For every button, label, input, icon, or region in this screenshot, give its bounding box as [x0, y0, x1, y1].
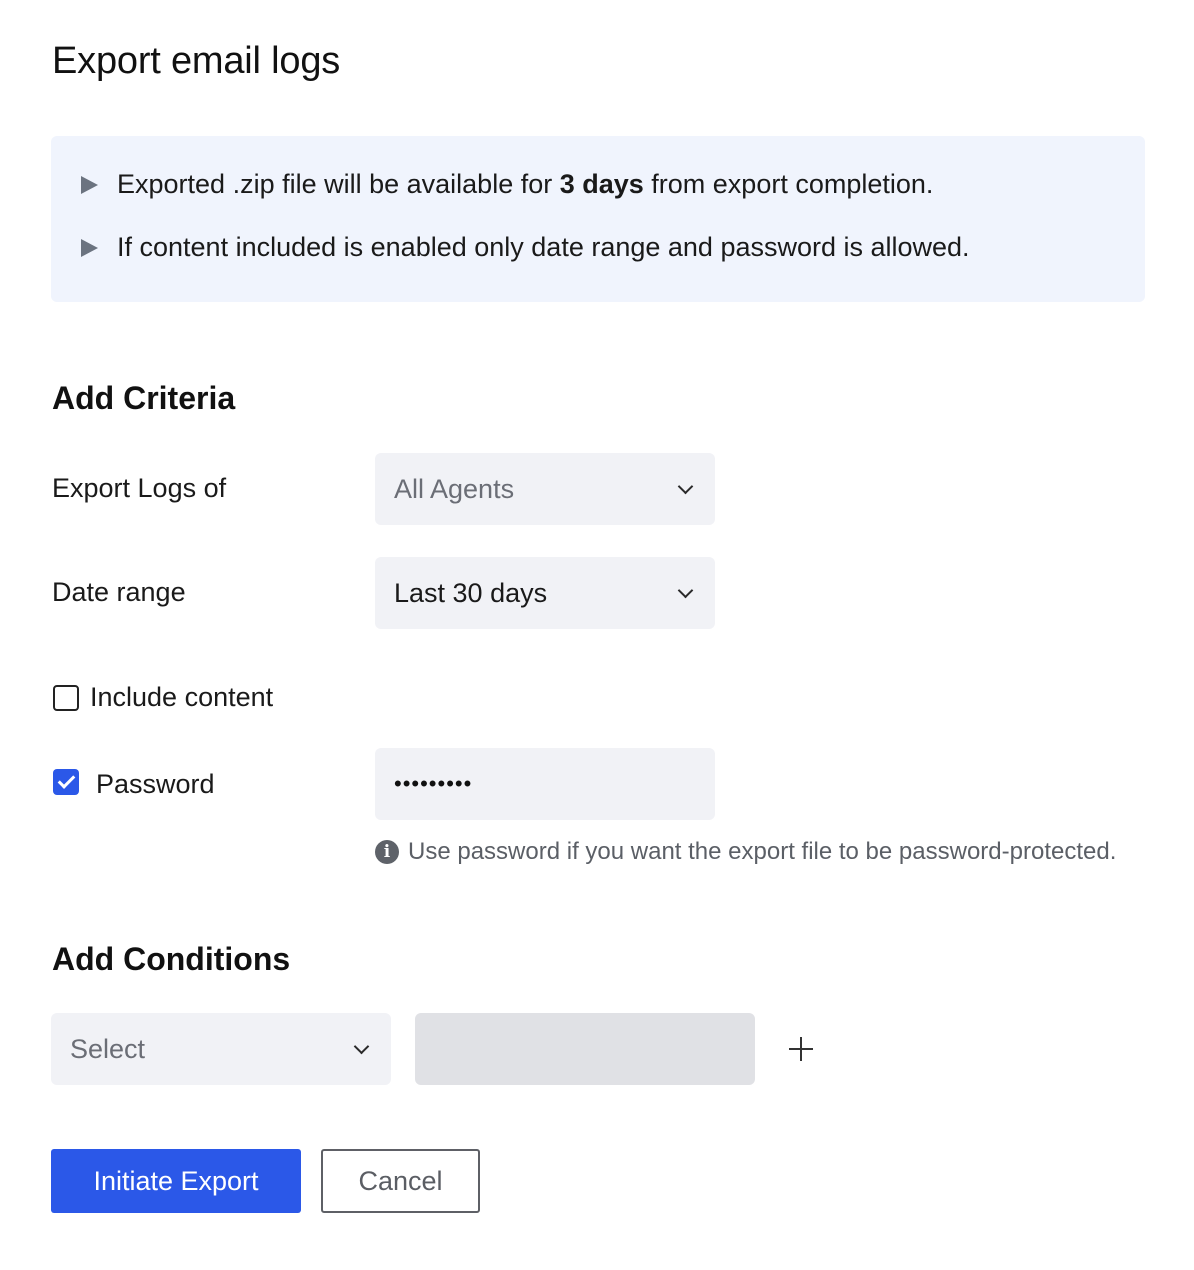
notice-item-content-rule: If content included is enabled only date… — [81, 232, 970, 263]
page-title: Export email logs — [52, 40, 341, 82]
triangle-right-icon — [81, 175, 98, 194]
chevron-down-icon — [677, 582, 694, 598]
add-criteria-heading: Add Criteria — [52, 380, 236, 416]
notice-text-bold: 3 days — [559, 169, 644, 199]
triangle-right-icon — [81, 238, 98, 257]
include-content-label[interactable]: Include content — [90, 682, 273, 713]
date-range-value: Last 30 days — [394, 577, 548, 608]
notice-text-prefix: Exported .zip file will be available for — [117, 169, 560, 199]
initiate-export-button[interactable]: Initiate Export — [51, 1149, 301, 1213]
notice-text: If content included is enabled only date… — [117, 232, 970, 262]
export-logs-value: All Agents — [394, 473, 515, 504]
condition-field-select[interactable]: Select — [51, 1013, 391, 1085]
include-content-checkbox[interactable] — [53, 685, 79, 711]
plus-icon[interactable] — [789, 1037, 813, 1061]
condition-value-field — [415, 1013, 755, 1085]
cancel-button[interactable]: Cancel — [321, 1149, 480, 1213]
password-checkbox[interactable] — [53, 769, 79, 795]
info-icon: i — [375, 840, 399, 864]
chevron-down-icon — [353, 1038, 370, 1054]
password-hint-text: Use password if you want the export file… — [408, 838, 1117, 865]
notice-text-suffix: from export completion. — [643, 169, 934, 199]
export-logs-label: Export Logs of — [52, 473, 227, 503]
notice-item-availability: Exported .zip file will be available for… — [81, 169, 933, 200]
chevron-down-icon — [677, 478, 694, 494]
info-notice: Exported .zip file will be available for… — [51, 136, 1145, 302]
condition-field-placeholder: Select — [70, 1033, 146, 1064]
password-input[interactable]: ••••••••• — [375, 748, 715, 820]
password-label[interactable]: Password — [96, 769, 215, 800]
export-logs-select[interactable]: All Agents — [375, 453, 715, 525]
add-conditions-heading: Add Conditions — [52, 941, 291, 977]
date-range-label: Date range — [52, 577, 186, 607]
password-hint: i Use password if you want the export fi… — [375, 838, 1116, 866]
date-range-select[interactable]: Last 30 days — [375, 557, 715, 629]
